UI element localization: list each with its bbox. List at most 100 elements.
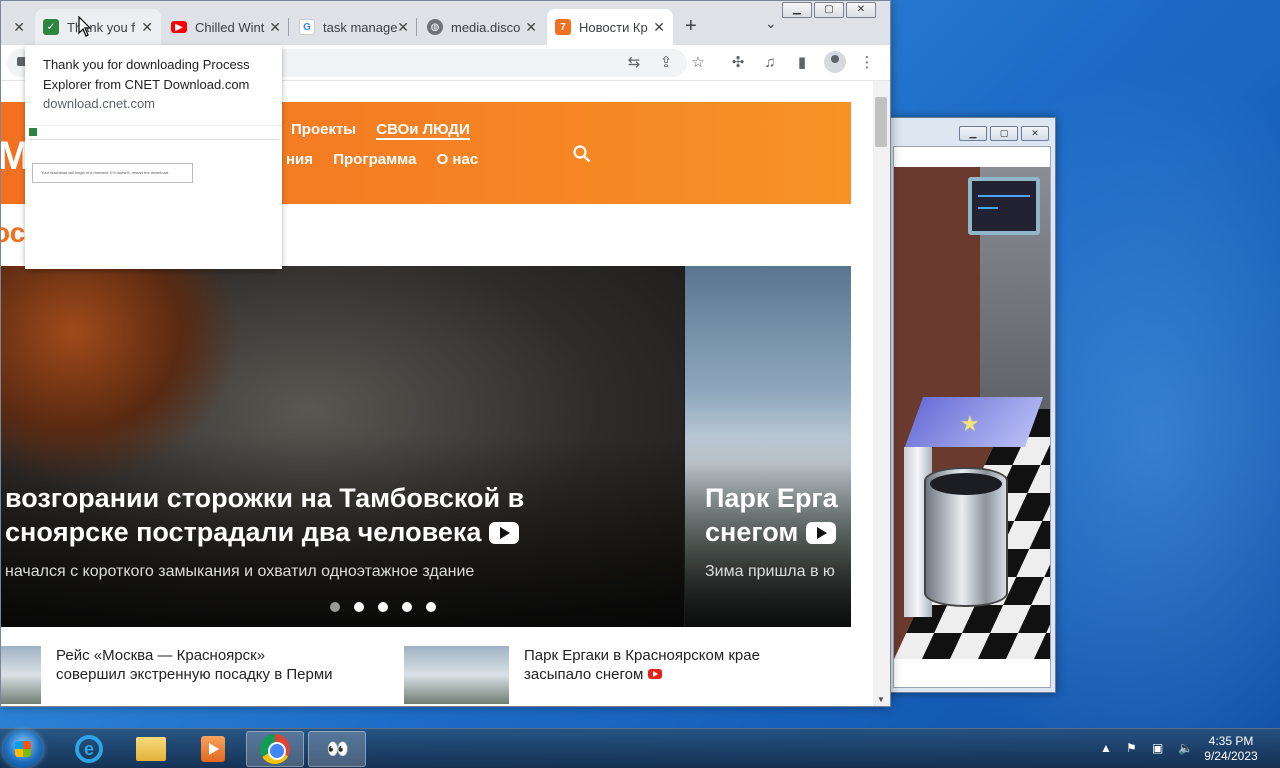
nav-link-program[interactable]: Программа [333, 151, 416, 168]
app-content: ★ [893, 146, 1051, 688]
clock-date: 9/24/2023 [1204, 749, 1258, 763]
slide-description: Зима пришла в ю [705, 563, 835, 580]
youtube-icon: ▶ [171, 21, 187, 33]
close-button[interactable]: ✕ [1021, 126, 1049, 141]
taskbar-file-explorer[interactable] [122, 731, 180, 767]
nav-link-projects[interactable]: Проекты [291, 121, 356, 138]
slider-dot[interactable] [426, 602, 436, 612]
tab-news-krasnoyarsk[interactable]: 7 Новости Кр ✕ [547, 9, 673, 45]
taskbar-media-player[interactable] [184, 731, 242, 767]
tab-search-button[interactable]: ⌄ [765, 15, 777, 32]
nav-link-about[interactable]: О нас [437, 151, 479, 168]
chrome-icon [260, 734, 290, 764]
tab-media-discord[interactable]: ◍ media.disco ✕ [419, 9, 545, 45]
slide-fire[interactable]: возгорании сторожки на Тамбовской в снoя… [1, 266, 684, 627]
news-slider[interactable]: возгорании сторожки на Тамбовской в снoя… [1, 266, 851, 627]
slider-dot[interactable] [354, 602, 364, 612]
tab-strip: ▁ ▢ ✕ ✕ ✓ Thank you f ✕ ▶ Chilled Wint ✕… [1, 1, 890, 45]
video-icon [647, 669, 662, 679]
search-icon[interactable] [573, 145, 591, 168]
news-item[interactable]: Парк Ергаки в Красноярском крае засыпало… [404, 646, 804, 704]
news-headline[interactable]: Рейс «Москва — Красноярск» совершил экст… [56, 646, 336, 704]
scroll-down-arrow-icon[interactable]: ▼ [877, 695, 885, 704]
cnet-download-icon: ✓ [43, 19, 59, 35]
globe-icon: ◍ [427, 19, 443, 35]
taskbar-internet-explorer[interactable]: e [60, 731, 118, 767]
close-icon[interactable]: ✕ [13, 19, 25, 36]
slide-title[interactable]: Парк Ерга снегом [705, 481, 838, 549]
close-button[interactable]: ✕ [846, 2, 876, 18]
tab-title: Chilled Wint [195, 19, 265, 35]
background-app-window[interactable]: ▁ ▢ ✕ ★ [888, 117, 1056, 693]
tab-hover-card: Thank you for downloading Process Explor… [25, 45, 282, 269]
slider-dot[interactable] [378, 602, 388, 612]
bookmark-star-icon[interactable]: ☆ [689, 54, 707, 72]
video-icon [488, 522, 519, 544]
tab-google[interactable]: G task manage ✕ [291, 9, 417, 45]
folder-icon [136, 737, 166, 761]
slide-description: начался с короткого замыкания и охватил … [5, 563, 475, 580]
taskbar-xeyes-app[interactable]: 👀 [308, 731, 366, 767]
slider-dot[interactable] [402, 602, 412, 612]
minimize-button[interactable]: ▁ [782, 2, 812, 18]
minimize-button[interactable]: ▁ [959, 126, 987, 141]
show-hidden-icons-icon[interactable]: ▲ [1100, 741, 1116, 755]
nav-link-svoi-lyudi[interactable]: СВОи ЛЮДИ [376, 121, 470, 140]
scrollbar-thumb[interactable] [875, 97, 887, 147]
slide-park[interactable]: Парк Ерга снегом Зима пришла в ю [685, 266, 851, 627]
close-icon[interactable]: ✕ [653, 19, 665, 36]
news-headline[interactable]: Парк Ергаки в Красноярском крае засыпало… [524, 646, 804, 704]
news-thumbnail[interactable] [404, 646, 509, 704]
tab-previous-close[interactable]: ✕ [1, 9, 33, 45]
menu-kebab-icon[interactable]: ⋮ [858, 54, 876, 72]
extensions-icon[interactable]: ✣ [729, 54, 747, 72]
media-control-icon[interactable]: ♫ [761, 54, 779, 72]
maximize-button[interactable]: ▢ [814, 2, 844, 18]
slider-dot[interactable] [330, 602, 340, 612]
tab-title: media.disco [451, 19, 521, 35]
side-panel-icon[interactable]: ▮ [793, 54, 811, 72]
scene-monitor [968, 177, 1040, 235]
tab-youtube[interactable]: ▶ Chilled Wint ✕ [163, 9, 289, 45]
nav-row-2: ния Программа О нас [286, 151, 494, 168]
action-center-flag-icon[interactable]: ⚑ [1126, 741, 1142, 755]
share-icon[interactable]: ⇪ [657, 54, 675, 72]
game-scene[interactable]: ★ [894, 167, 1050, 659]
browser-window-controls: ▁ ▢ ✕ [782, 2, 876, 18]
hover-card-preview: Your download will begin in a moment. If… [25, 125, 282, 269]
eyes-icon: 👀 [326, 738, 349, 759]
maximize-button[interactable]: ▢ [990, 126, 1018, 141]
tab-title: task manage [323, 19, 398, 35]
close-icon[interactable]: ✕ [397, 19, 409, 36]
news-item[interactable]: Рейс «Москва — Красноярск» совершил экст… [1, 646, 336, 704]
hover-card-domain: download.cnet.com [43, 96, 156, 111]
close-icon[interactable]: ✕ [269, 19, 281, 36]
close-icon[interactable]: ✕ [525, 19, 537, 36]
clock[interactable]: 4:35 PM 9/24/2023 [1196, 734, 1266, 764]
start-button[interactable] [3, 730, 43, 768]
new-tab-button[interactable]: + [685, 15, 697, 38]
tab-cnet[interactable]: ✓ Thank you f ✕ [35, 9, 161, 45]
translate-icon[interactable]: ⇆ [625, 54, 643, 72]
google-icon: G [299, 19, 315, 35]
browser-window[interactable]: ▁ ▢ ✕ ✕ ✓ Thank you f ✕ ▶ Chilled Wint ✕… [0, 0, 891, 707]
vertical-scrollbar[interactable]: ▼ [873, 81, 890, 706]
close-icon[interactable]: ✕ [141, 19, 153, 36]
media-player-icon [201, 736, 225, 762]
volume-muted-icon[interactable]: 🔈 [1178, 741, 1194, 755]
taskbar-chrome[interactable] [246, 731, 304, 767]
star-icon: ★ [960, 411, 980, 436]
preview-header [29, 128, 279, 140]
window-controls: ▁ ▢ ✕ [959, 126, 1049, 141]
nav-link-partial[interactable]: ния [286, 151, 313, 168]
network-icon[interactable]: ▣ [1152, 741, 1168, 755]
news-thumbnail[interactable] [1, 646, 41, 704]
taskbar: e 👀 ▲ ⚑ ▣ 🔈 4:35 PM 9/24/2023 [0, 728, 1280, 768]
system-tray: ▲ ⚑ ▣ 🔈 [1100, 741, 1194, 755]
profile-avatar[interactable] [824, 51, 846, 73]
scene-trash-bin [924, 467, 1008, 607]
slide-title[interactable]: возгорании сторожки на Тамбовской в снoя… [5, 481, 524, 549]
clock-time: 4:35 PM [1208, 734, 1254, 748]
slider-dots [330, 602, 436, 612]
nav-row-1: Проекты СВОи ЛЮДИ [291, 121, 486, 140]
